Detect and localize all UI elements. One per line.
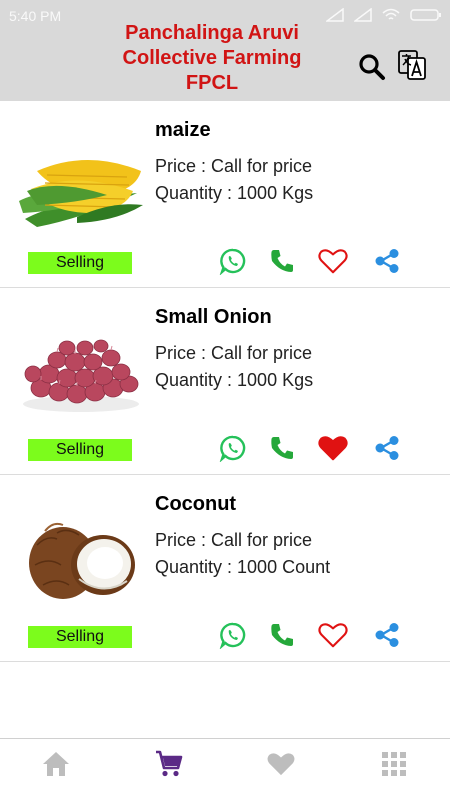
- whatsapp-button[interactable]: [218, 246, 248, 276]
- nav-cart[interactable]: [154, 749, 184, 779]
- translate-button[interactable]: [395, 48, 429, 82]
- wifi-icon: [382, 8, 400, 20]
- selling-badge: Selling: [28, 439, 132, 461]
- whatsapp-icon: [219, 248, 246, 275]
- share-button[interactable]: [372, 620, 402, 650]
- heart-filled-icon: [318, 436, 348, 461]
- product-price: Price : Call for price: [155, 156, 313, 176]
- share-icon: [375, 436, 399, 460]
- product-list: maize Price : Call for price Quantity : …: [0, 101, 450, 662]
- product-card[interactable]: Small Onion Price : Call for price Quant…: [0, 288, 450, 475]
- nav-home[interactable]: [41, 749, 71, 779]
- product-quantity: Quantity : 1000 Kgs: [155, 370, 314, 390]
- share-button[interactable]: [372, 433, 402, 463]
- heart-icon: [267, 753, 295, 776]
- translate-icon: [398, 50, 426, 80]
- app-title-line: FPCL: [185, 72, 239, 94]
- product-quantity: Quantity : 1000 Count: [155, 557, 331, 577]
- product-quantity: Quantity : 1000 Kgs: [155, 183, 314, 203]
- call-button[interactable]: [267, 246, 297, 276]
- share-button[interactable]: [372, 246, 402, 276]
- product-name: Small Onion: [155, 306, 272, 328]
- small-onion-image: [23, 339, 139, 412]
- signal-icon: [354, 8, 372, 22]
- grid-icon: [382, 752, 406, 776]
- favorite-button[interactable]: [318, 433, 348, 463]
- bottom-nav: [0, 738, 450, 801]
- selling-badge: Selling: [28, 252, 132, 274]
- phone-icon: [271, 250, 293, 272]
- favorite-button[interactable]: [318, 246, 348, 276]
- maize-image: [19, 160, 143, 227]
- whatsapp-icon: [219, 435, 246, 462]
- product-card[interactable]: maize Price : Call for price Quantity : …: [0, 101, 450, 288]
- selling-badge: Selling: [28, 626, 132, 648]
- heart-outline-icon: [318, 249, 348, 274]
- nav-favorites[interactable]: [266, 749, 296, 779]
- call-button[interactable]: [267, 433, 297, 463]
- signal-icon: [326, 8, 344, 22]
- favorite-button[interactable]: [318, 620, 348, 650]
- nav-more[interactable]: [379, 749, 409, 779]
- home-icon: [43, 752, 69, 776]
- product-card[interactable]: Coconut Price : Call for price Quantity …: [0, 475, 450, 662]
- cart-icon: [156, 750, 183, 777]
- share-icon: [375, 623, 399, 647]
- search-icon: [359, 54, 385, 80]
- whatsapp-button[interactable]: [218, 620, 248, 650]
- app-header: 5:40 PM Panchalinga Aruvi Collective Far…: [0, 0, 450, 101]
- product-name: maize: [155, 119, 211, 141]
- search-button[interactable]: [355, 50, 389, 84]
- app-title-line: Panchalinga Aruvi: [125, 22, 299, 44]
- battery-icon: [410, 9, 441, 21]
- whatsapp-button[interactable]: [218, 433, 248, 463]
- app-title-line: Collective Farming: [122, 47, 302, 69]
- phone-icon: [271, 624, 293, 646]
- product-name: Coconut: [155, 493, 237, 515]
- app-title: Panchalinga Aruvi Collective Farming FPC…: [96, 21, 328, 96]
- heart-outline-icon: [318, 623, 348, 648]
- whatsapp-icon: [219, 622, 246, 649]
- status-time: 5:40 PM: [9, 8, 62, 24]
- status-icons: [326, 8, 442, 22]
- phone-icon: [271, 437, 293, 459]
- share-icon: [375, 249, 399, 273]
- call-button[interactable]: [267, 620, 297, 650]
- product-price: Price : Call for price: [155, 530, 313, 550]
- product-price: Price : Call for price: [155, 343, 313, 363]
- coconut-image: [29, 522, 135, 599]
